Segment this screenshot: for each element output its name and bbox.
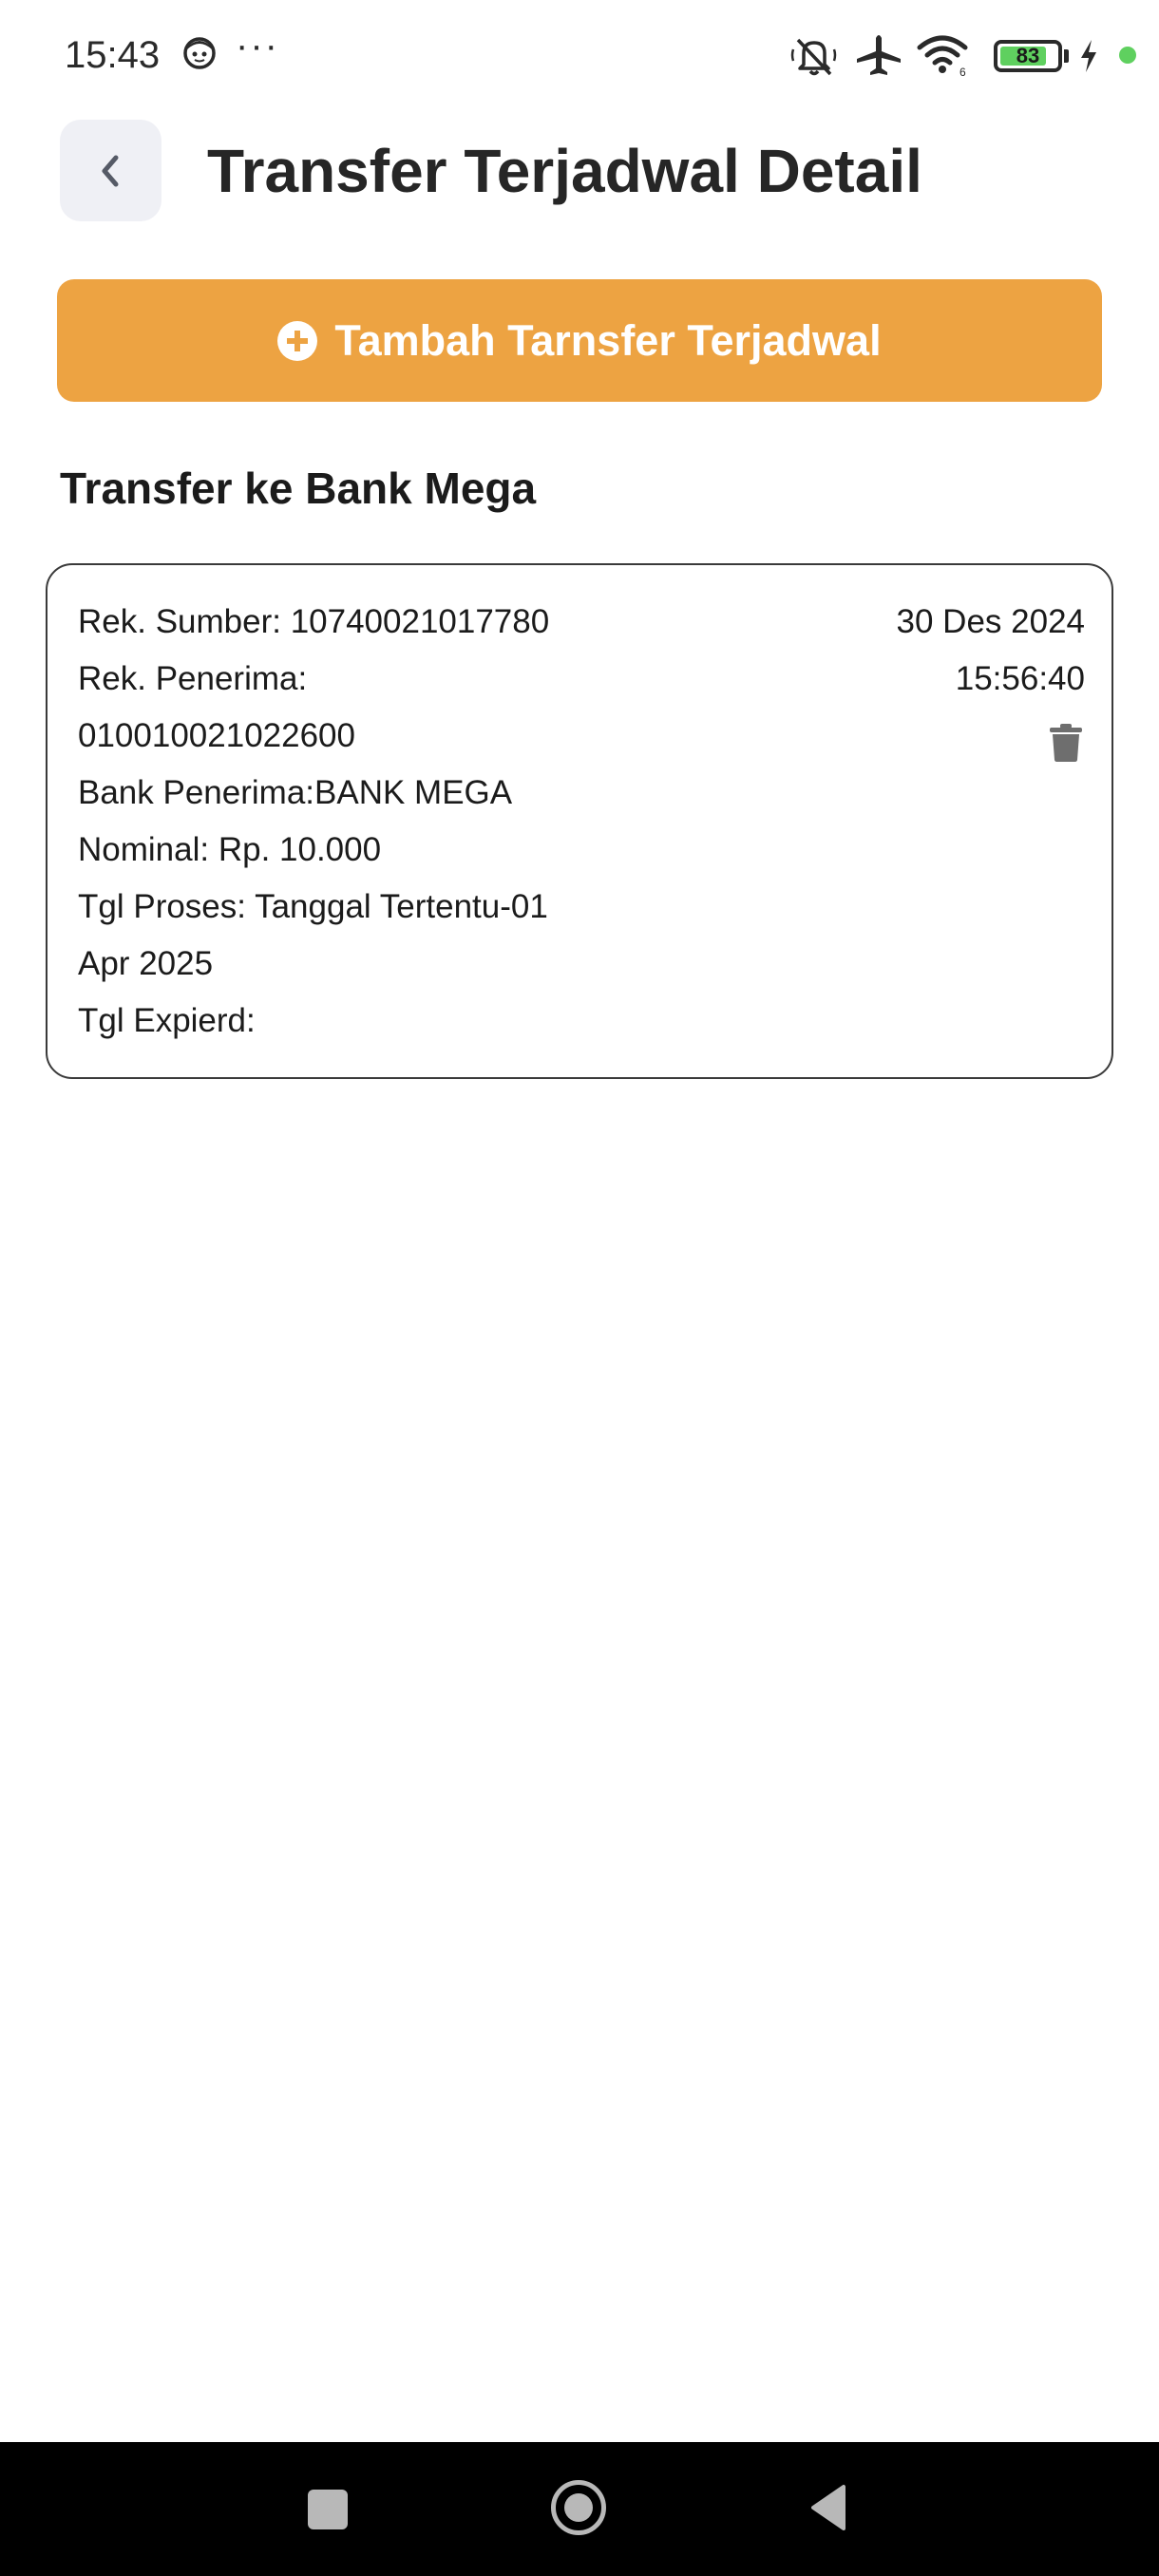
chevron-left-icon [102,155,118,186]
navigation-bar [0,2442,1159,2576]
card-time: 15:56:40 [955,660,1085,697]
process-date-continued: Apr 2025 [78,945,214,982]
plus-circle-icon [277,320,318,361]
face-icon [183,37,216,69]
status-bar: 15:43 ··· 6 83 [0,0,1159,112]
source-account-line: Rek. Sumber: 10740021017780 [78,603,550,640]
status-time: 15:43 [65,34,161,76]
home-button[interactable] [551,2480,606,2535]
svg-text:6: 6 [960,66,966,78]
back-button[interactable] [60,120,162,221]
process-date-line: Tgl Proses: Tanggal Tertentu-01 [78,888,548,925]
trash-icon[interactable] [1049,723,1083,763]
page-title: Transfer Terjadwal Detail [207,137,922,205]
card-details: Rek. Sumber: 10740021017780 Rek. Penerim… [78,594,610,1050]
airplane-icon [857,35,901,75]
status-more-dots: ··· [236,25,279,66]
card-date: 30 Des 2024 [896,603,1085,640]
add-button-label: Tambah Tarnsfer Terjadwal [334,315,882,365]
battery-icon: 83 [994,40,1062,72]
add-scheduled-transfer-button[interactable]: Tambah Tarnsfer Terjadwal [57,279,1102,402]
back-triangle-icon[interactable] [809,2484,847,2531]
recents-button[interactable] [308,2490,348,2529]
status-icons: 6 83 [779,30,1159,80]
battery-level-text: 83 [1016,44,1040,67]
privacy-indicator-dot [1119,47,1136,64]
expiry-date-line: Tgl Expierd: [78,1002,256,1039]
card-timestamp: 30 Des 2024 15:56:40 [897,594,1085,708]
recipient-bank-line: Bank Penerima:BANK MEGA [78,774,513,811]
scheduled-transfer-card: Rek. Sumber: 10740021017780 Rek. Penerim… [46,563,1113,1079]
amount-line: Nominal: Rp. 10.000 [78,831,382,868]
charging-icon [1081,40,1096,72]
battery-tip [1064,49,1069,63]
recipient-account-number: 010010021022600 [78,717,355,754]
wifi-icon: 6 [917,35,968,78]
section-title: Transfer ke Bank Mega [60,464,537,513]
recipient-account-label: Rek. Penerima: [78,660,308,697]
mute-icon [790,38,837,76]
